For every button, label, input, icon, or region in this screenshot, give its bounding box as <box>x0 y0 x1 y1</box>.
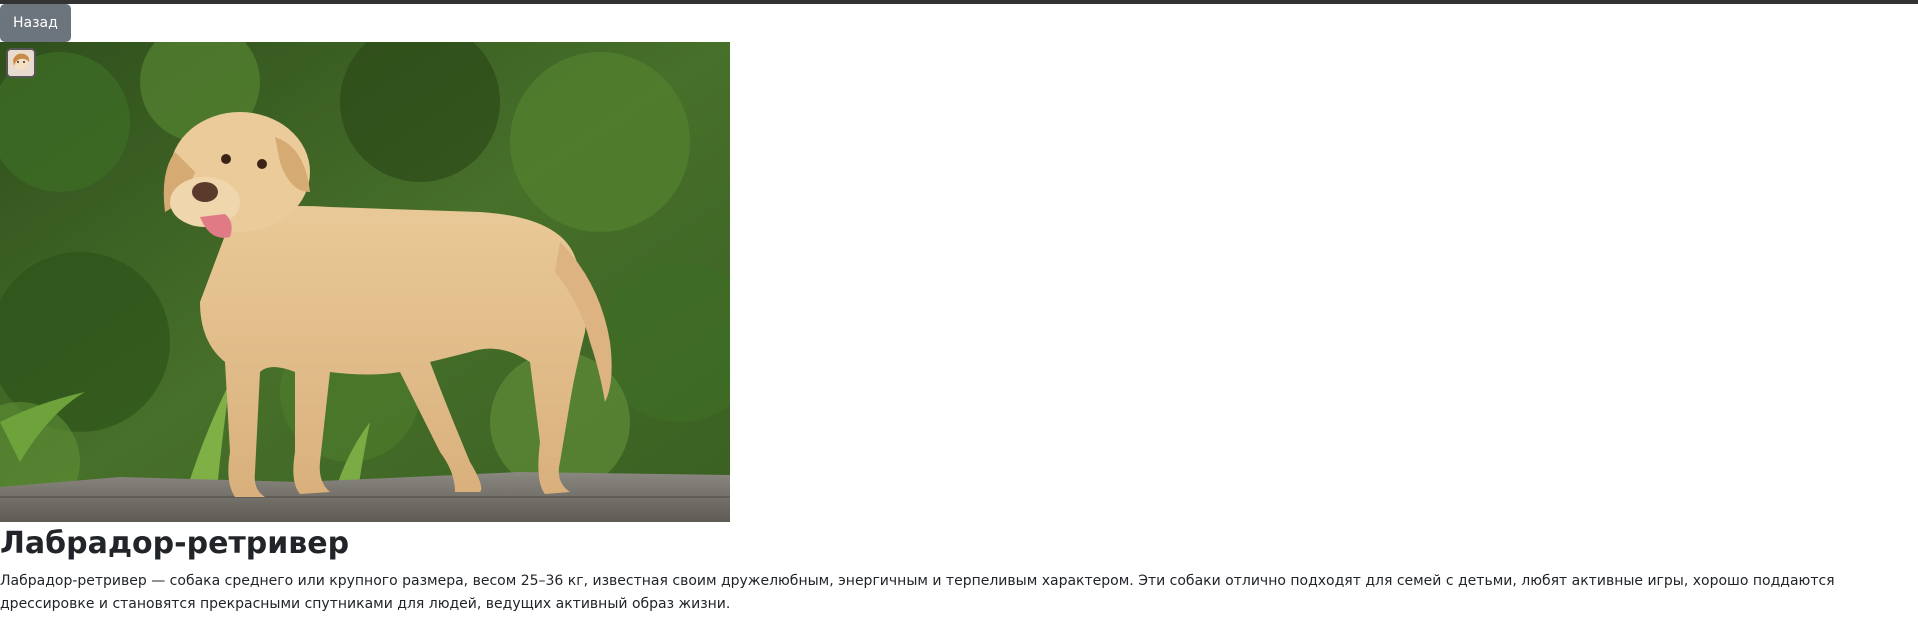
back-button[interactable]: Назад <box>0 4 71 42</box>
top-border <box>0 0 1918 4</box>
page-title: Лабрадор-ретривер <box>0 526 350 561</box>
breed-photo <box>0 42 730 522</box>
user-avatar-icon[interactable] <box>6 48 36 78</box>
breed-description: Лабрадор-ретривер — собака среднего или … <box>0 573 1835 612</box>
